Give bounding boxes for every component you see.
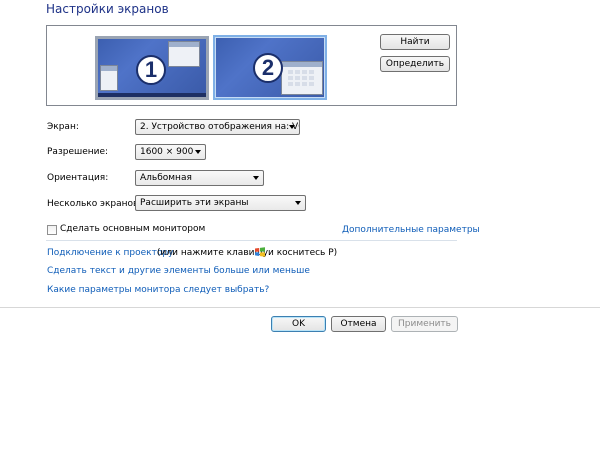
display-select-value: 2. Устройство отображения на: VGA [140, 122, 300, 132]
find-button[interactable]: Найти [380, 34, 450, 50]
display-arrangement-panel[interactable]: 1 2 Найти Определить [46, 25, 457, 106]
window-thumbnail [281, 61, 323, 95]
main-monitor-checkbox[interactable] [47, 225, 57, 235]
taskbar-thumbnail [98, 93, 206, 97]
ok-button[interactable]: OK [271, 316, 326, 332]
identify-button[interactable]: Определить [380, 56, 450, 72]
resolution-label: Разрешение: [47, 147, 109, 157]
window-thumbnail [168, 41, 200, 67]
main-monitor-label[interactable]: Сделать основным монитором [60, 224, 205, 234]
chevron-down-icon [253, 176, 259, 180]
monitor-number-2: 2 [253, 53, 283, 83]
chevron-down-icon [295, 201, 301, 205]
apply-button[interactable]: Применить [391, 316, 458, 332]
chevron-down-icon [289, 125, 295, 129]
resolution-select-value: 1600 × 900 [140, 147, 194, 157]
window-thumbnail [100, 65, 118, 91]
cancel-button[interactable]: Отмена [331, 316, 386, 332]
footer-divider [0, 307, 600, 308]
display-select[interactable]: 2. Устройство отображения на: VGA [135, 119, 300, 135]
multiple-displays-select[interactable]: Расширить эти экраны [135, 195, 306, 211]
monitor-help-link[interactable]: Какие параметры монитора следует выбрать… [47, 285, 269, 295]
orientation-select[interactable]: Альбомная [135, 170, 264, 186]
resolution-select[interactable]: 1600 × 900 [135, 144, 206, 160]
divider [46, 240, 457, 241]
monitor-2-thumbnail[interactable]: 2 [213, 35, 327, 100]
icon-grid [288, 70, 314, 86]
monitor-1-thumbnail[interactable]: 1 [95, 36, 209, 100]
windows-logo-icon [255, 247, 265, 257]
projector-hint-text-end: и коснитесь P) [268, 248, 338, 258]
orientation-select-value: Альбомная [140, 173, 192, 183]
text-size-link[interactable]: Сделать текст и другие элементы больше и… [47, 266, 310, 276]
page-title: Настройки экранов [46, 2, 169, 16]
monitor-number-1: 1 [136, 55, 166, 85]
multiple-displays-select-value: Расширить эти экраны [140, 198, 249, 208]
display-label: Экран: [47, 122, 79, 132]
chevron-down-icon [195, 150, 201, 154]
orientation-label: Ориентация: [47, 173, 109, 183]
projector-hint-text: (или нажмите клавишу [157, 248, 269, 258]
projector-link[interactable]: Подключение к проектору [47, 248, 173, 258]
advanced-settings-link[interactable]: Дополнительные параметры [342, 225, 480, 235]
multiple-displays-label: Несколько экранов: [47, 199, 142, 209]
